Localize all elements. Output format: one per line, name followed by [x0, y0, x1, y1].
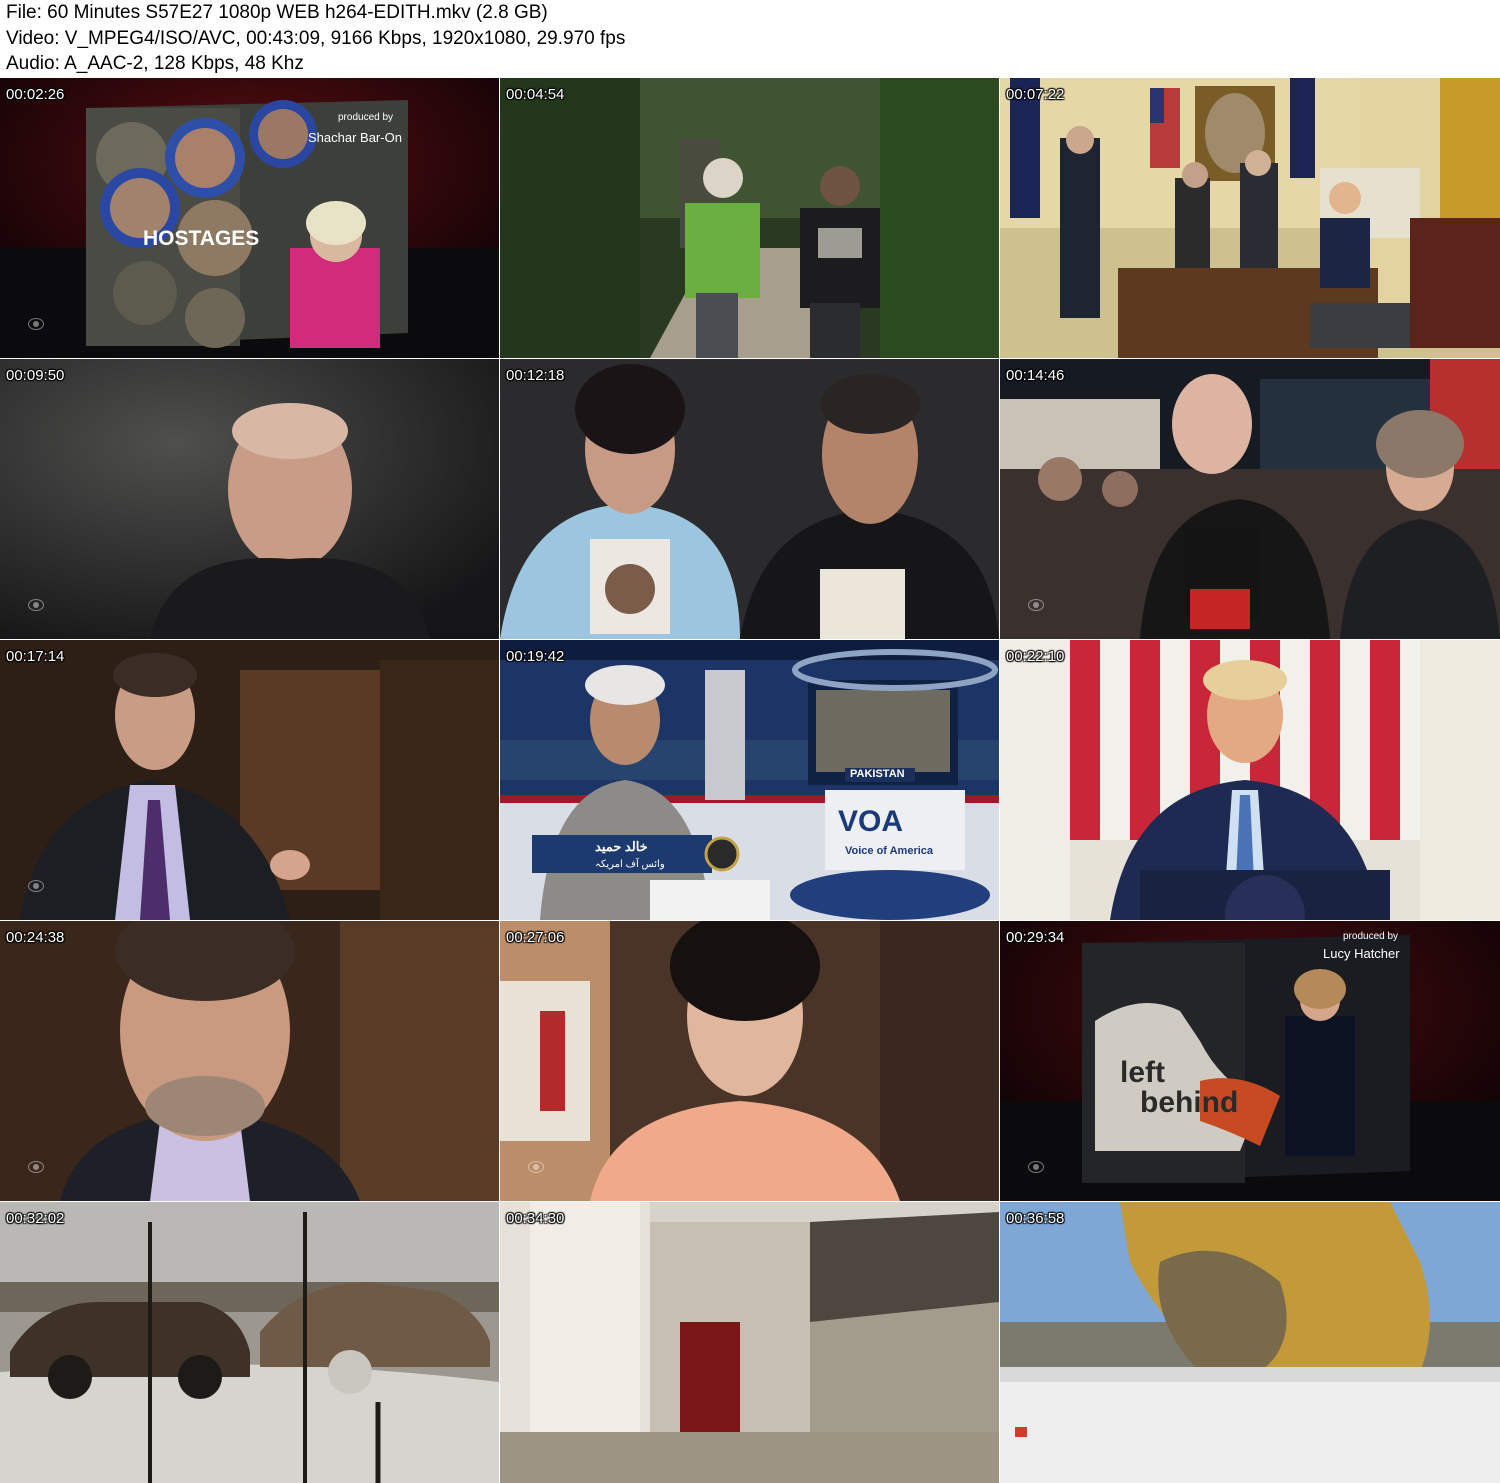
cbs-eye-icon — [1028, 599, 1044, 611]
anchor-name-lower-third: خالد حمید — [595, 839, 648, 854]
timestamp: 00:34:30 — [506, 1210, 565, 1227]
timestamp: 00:27:06 — [506, 929, 565, 946]
segment-title-line-1: left — [1120, 1056, 1165, 1089]
thumbnail-7[interactable]: 00:17:14 — [0, 640, 499, 920]
frame-image — [500, 78, 999, 358]
frame-image — [500, 359, 999, 639]
segment-title-line-2: behind — [1140, 1086, 1239, 1119]
cbs-eye-icon — [28, 599, 44, 611]
timestamp: 00:24:38 — [6, 929, 65, 946]
produced-by-label: produced by — [338, 112, 394, 123]
thumbnail-5[interactable]: 00:12:18 — [500, 359, 999, 639]
frame-image — [0, 78, 499, 358]
cbs-eye-icon — [28, 1161, 44, 1173]
thumbnail-12[interactable]: produced by Lucy Hatcher left behind 00:… — [1000, 921, 1500, 1201]
thumbnail-11[interactable]: 00:27:06 — [500, 921, 999, 1201]
frame-image — [1000, 359, 1500, 639]
thumbnail-8[interactable]: PAKISTAN VOA Voice of America خالد حمید … — [500, 640, 999, 920]
frame-image — [500, 1202, 999, 1483]
cbs-eye-icon — [28, 318, 44, 330]
voa-logo: VOA — [838, 805, 904, 838]
thumbnail-6[interactable]: 00:14:46 — [1000, 359, 1500, 639]
cbs-eye-icon — [1028, 1161, 1044, 1173]
timestamp: 00:19:42 — [506, 648, 565, 665]
timestamp: 00:07:22 — [1006, 86, 1065, 103]
frame-image — [1000, 921, 1500, 1201]
timestamp: 00:09:50 — [6, 367, 65, 384]
thumbnail-9[interactable]: 00:22:10 — [1000, 640, 1500, 920]
timestamp: 00:14:46 — [1006, 367, 1065, 384]
timestamp: 00:22:10 — [1006, 648, 1065, 665]
cbs-eye-icon — [28, 880, 44, 892]
timestamp: 00:12:18 — [506, 367, 565, 384]
segment-title: HOSTAGES — [143, 227, 260, 250]
frame-image — [0, 1202, 499, 1483]
frame-image — [1000, 78, 1500, 358]
produced-by-label: produced by — [1343, 931, 1399, 942]
thumbnail-grid: produced by Shachar Bar-On HOSTAGES 00:0… — [0, 78, 1500, 1483]
info-header: File: 60 Minutes S57E27 1080p WEB h264-E… — [0, 0, 1500, 78]
audio-info-line: Audio: A_AAC-2, 128 Kbps, 48 Khz — [6, 53, 304, 74]
voa-tagline: Voice of America — [845, 845, 934, 857]
producer-name: Lucy Hatcher — [1323, 946, 1400, 961]
thumbnail-13[interactable]: 00:32:02 — [0, 1202, 499, 1483]
video-info-line: Video: V_MPEG4/ISO/AVC, 00:43:09, 9166 K… — [6, 28, 626, 49]
thumbnail-2[interactable]: 00:04:54 — [500, 78, 999, 358]
timestamp: 00:04:54 — [506, 86, 565, 103]
country-placard: PAKISTAN — [850, 768, 905, 780]
timestamp: 00:36:58 — [1006, 1210, 1065, 1227]
thumbnail-4[interactable]: 00:09:50 — [0, 359, 499, 639]
timestamp: 00:02:26 — [6, 86, 65, 103]
frame-image — [1000, 640, 1500, 920]
timestamp: 00:29:34 — [1006, 929, 1065, 946]
frame-image — [500, 921, 999, 1201]
frame-image — [0, 921, 499, 1201]
frame-image — [0, 640, 499, 920]
timestamp: 00:32:02 — [6, 1210, 65, 1227]
thumbnail-15[interactable]: 00:36:58 — [1000, 1202, 1500, 1483]
frame-image — [0, 359, 499, 639]
thumbnail-1[interactable]: produced by Shachar Bar-On HOSTAGES 00:0… — [0, 78, 499, 358]
thumbnail-3[interactable]: 00:07:22 — [1000, 78, 1500, 358]
cbs-eye-icon — [528, 1161, 544, 1173]
frame-image — [1000, 1202, 1500, 1483]
thumbnail-14[interactable]: 00:34:30 — [500, 1202, 999, 1483]
thumbnail-10[interactable]: 00:24:38 — [0, 921, 499, 1201]
timestamp: 00:17:14 — [6, 648, 65, 665]
channel-lower-third: وائس آف امریکہ — [595, 859, 665, 870]
frame-image — [500, 640, 999, 920]
producer-name: Shachar Bar-On — [308, 130, 402, 145]
file-info-line: File: 60 Minutes S57E27 1080p WEB h264-E… — [6, 2, 548, 23]
